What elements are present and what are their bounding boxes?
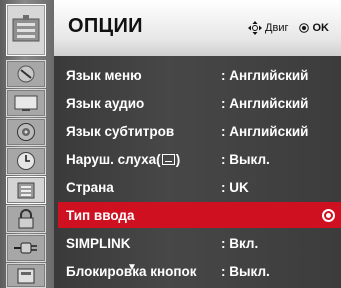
time-icon <box>17 152 35 170</box>
navigation-hint: Двиг OK <box>248 21 329 35</box>
picture-icon <box>14 95 38 111</box>
tv-setup-icon <box>17 65 35 83</box>
menu-item-audio-language[interactable]: Язык аудио : Английский <box>64 90 336 116</box>
menu-item-label: Язык аудио <box>66 95 145 111</box>
menu-item-label: Язык меню <box>66 67 142 83</box>
sidebar-item-usb[interactable] <box>6 263 46 288</box>
menu-item-label: Наруш. слуха( <box>66 151 161 167</box>
usb-icon <box>17 268 35 283</box>
menu-item-label-suffix: ) <box>175 151 181 167</box>
menu-item-value: : UK <box>221 179 249 195</box>
menu-item-value: : Английский <box>221 95 309 111</box>
menu-item-label: Тип ввода <box>66 207 135 223</box>
move-hint-label: Двиг <box>265 22 289 34</box>
menu-item-label: SIMPLINK <box>66 235 131 251</box>
input-icon <box>14 242 37 254</box>
sidebar-item-audio[interactable] <box>6 118 46 146</box>
category-sidebar <box>0 0 54 288</box>
lock-icon <box>18 209 34 229</box>
sidebar-item-input[interactable] <box>6 234 46 262</box>
move-arrows-icon <box>248 21 263 35</box>
menu-item-menu-language[interactable]: Язык меню : Английский <box>64 62 336 88</box>
menu-item-value: : Выкл. <box>221 151 270 167</box>
menu-item-value: : Вкл. <box>221 235 259 251</box>
scroll-down-arrow-icon[interactable]: ▼ <box>127 262 137 273</box>
sidebar-item-tv-setup[interactable] <box>6 60 46 88</box>
menu-header: ОПЦИИ Двиг OK <box>54 0 341 56</box>
menu-item-label: Язык субтитров <box>66 123 175 139</box>
menu-item-label: Страна <box>66 179 114 195</box>
menu-item-value: : Английский <box>221 67 309 83</box>
menu-item-value: : Выкл. <box>221 263 270 279</box>
sidebar-item-picture[interactable] <box>6 89 46 117</box>
menu-item-key-lock[interactable]: Блокировка кнопок : Выкл. <box>64 258 336 284</box>
sidebar-item-option[interactable] <box>6 176 46 204</box>
menu-item-input-type[interactable]: Тип ввода <box>58 202 341 228</box>
options-menu-screen: ОПЦИИ Двиг OK Язык меню : Английский Язы… <box>0 0 341 288</box>
subtitle-icon <box>161 153 175 165</box>
options-list: Язык меню : Английский Язык аудио : Англ… <box>54 56 341 288</box>
menu-item-simplink[interactable]: SIMPLINK : Вкл. <box>64 230 336 256</box>
option-category-header-icon <box>6 4 46 56</box>
menu-item-label-group: Наруш. слуха() <box>66 152 180 167</box>
sidebar-item-time[interactable] <box>6 147 46 175</box>
menu-item-country[interactable]: Страна : UK <box>64 174 336 200</box>
menu-item-subtitle-language[interactable]: Язык субтитров : Английский <box>64 118 336 144</box>
sidebar-item-lock[interactable] <box>6 205 46 233</box>
selected-radio-icon <box>322 208 335 222</box>
page-title: ОПЦИИ <box>68 15 143 37</box>
audio-icon <box>17 123 35 141</box>
menu-item-value: : Английский <box>221 123 309 139</box>
menu-item-hard-of-hearing[interactable]: Наруш. слуха() : Выкл. <box>64 146 336 172</box>
ok-button-icon <box>298 23 309 33</box>
option-icon <box>17 182 35 199</box>
ok-hint-label: OK <box>312 22 330 34</box>
